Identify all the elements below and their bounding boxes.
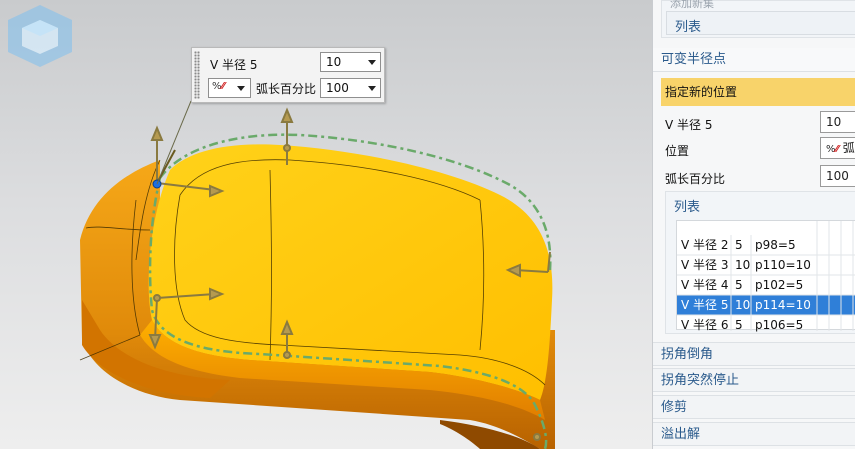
row-name: V 半径 3: [681, 258, 729, 272]
chevron-down-icon: [368, 86, 376, 91]
section-trim[interactable]: 修剪: [653, 395, 855, 419]
list-row[interactable]: V 半径 3 10 p110=10: [677, 255, 855, 275]
onscreen-input-dialog: V 半径 5 10 %⁄⁄ 弧长百分比 100: [191, 47, 385, 103]
location-dropdown[interactable]: %⁄⁄ 弧: [820, 137, 855, 159]
list-group: 列表 V 半径 2 5 p98=5 V 半径 3 10 p110=10 V 半径…: [665, 191, 855, 334]
specify-location-label: 指定新的位置: [665, 85, 738, 99]
arc-percent-combo[interactable]: 100: [320, 78, 381, 98]
panel-v-radius-input[interactable]: 10: [820, 111, 855, 133]
v-radius-combo[interactable]: 10: [320, 52, 381, 72]
section-title: 拐角倒角: [661, 347, 714, 362]
section-title: 修剪: [661, 400, 688, 415]
section-title: 拐角突然停止: [661, 373, 740, 388]
row-point: p110=10: [755, 258, 811, 272]
drag-grip[interactable]: [194, 51, 200, 99]
chevron-down-icon: [368, 60, 376, 65]
panel-v-radius-label: V 半径 5: [665, 118, 713, 132]
row-point: p114=10: [755, 298, 811, 312]
row-point: p102=5: [755, 278, 804, 292]
top-list-label: 列表: [675, 20, 702, 35]
list-row[interactable]: V 半径 2 5 p98=5: [677, 235, 855, 255]
row-name: V 半径 6: [681, 318, 729, 332]
list-row-selected[interactable]: V 半径 5 10 p114=10: [677, 295, 855, 315]
row-point: p106=5: [755, 318, 804, 332]
list-title: 列表: [674, 200, 701, 215]
row-value: 10: [735, 258, 751, 272]
row-value: 5: [735, 318, 743, 332]
section-corner-stop[interactable]: 拐角突然停止: [653, 368, 855, 392]
arc-percent-value: 100: [326, 81, 349, 95]
percent-arc-icon: %⁄⁄: [212, 81, 225, 92]
percent-arc-icon: %⁄⁄: [826, 144, 839, 155]
chevron-down-icon: [237, 86, 245, 91]
top-list-box[interactable]: 列表: [666, 11, 855, 35]
row-value: 5: [735, 278, 743, 292]
row-point: p98=5: [755, 238, 796, 252]
location-label: 位置: [665, 144, 690, 158]
section-overflow[interactable]: 溢出解: [653, 422, 855, 446]
specify-location-row[interactable]: 指定新的位置: [661, 78, 855, 106]
percent-mode-dropdown[interactable]: %⁄⁄: [208, 78, 251, 98]
row-name: V 半径 2: [681, 238, 729, 252]
section-variable-radius-points[interactable]: 可变半径点: [653, 48, 855, 72]
list-row[interactable]: V 半径 4 5 p102=5: [677, 275, 855, 295]
section-corner-chamfer[interactable]: 拐角倒角: [653, 342, 855, 366]
list-row[interactable]: V 半径 6 5 p106=5: [677, 315, 855, 335]
panel-v-radius-value: 10: [826, 115, 842, 129]
panel-arc-percent-input[interactable]: 100: [820, 165, 855, 187]
graphics-viewport[interactable]: V 半径 5 10 %⁄⁄ 弧长百分比 100: [0, 0, 652, 449]
row-value: 5: [735, 238, 743, 252]
panel-arc-percent-label: 弧长百分比: [665, 172, 726, 186]
v-radius-value: 10: [326, 55, 342, 69]
panel-arc-percent-value: 100: [826, 169, 849, 183]
property-panel: 添加新集 列表 可变半径点 指定新的位置 V 半径 5 10 位置 %⁄⁄ 弧 …: [652, 0, 855, 449]
row-name: V 半径 5: [681, 298, 729, 312]
arc-percent-label: 弧长百分比: [256, 82, 317, 96]
radius-list-table[interactable]: V 半径 2 5 p98=5 V 半径 3 10 p110=10 V 半径 4 …: [676, 220, 855, 332]
top-faint-label: 添加新集: [670, 0, 714, 10]
top-list-section: 添加新集 列表: [661, 0, 855, 38]
row-name: V 半径 4: [681, 278, 729, 292]
row-value: 10: [735, 298, 751, 312]
location-value: 弧: [842, 141, 855, 155]
section-title: 可变半径点: [661, 52, 727, 67]
section-title: 溢出解: [661, 427, 701, 442]
v-radius-label: V 半径 5: [210, 58, 258, 72]
